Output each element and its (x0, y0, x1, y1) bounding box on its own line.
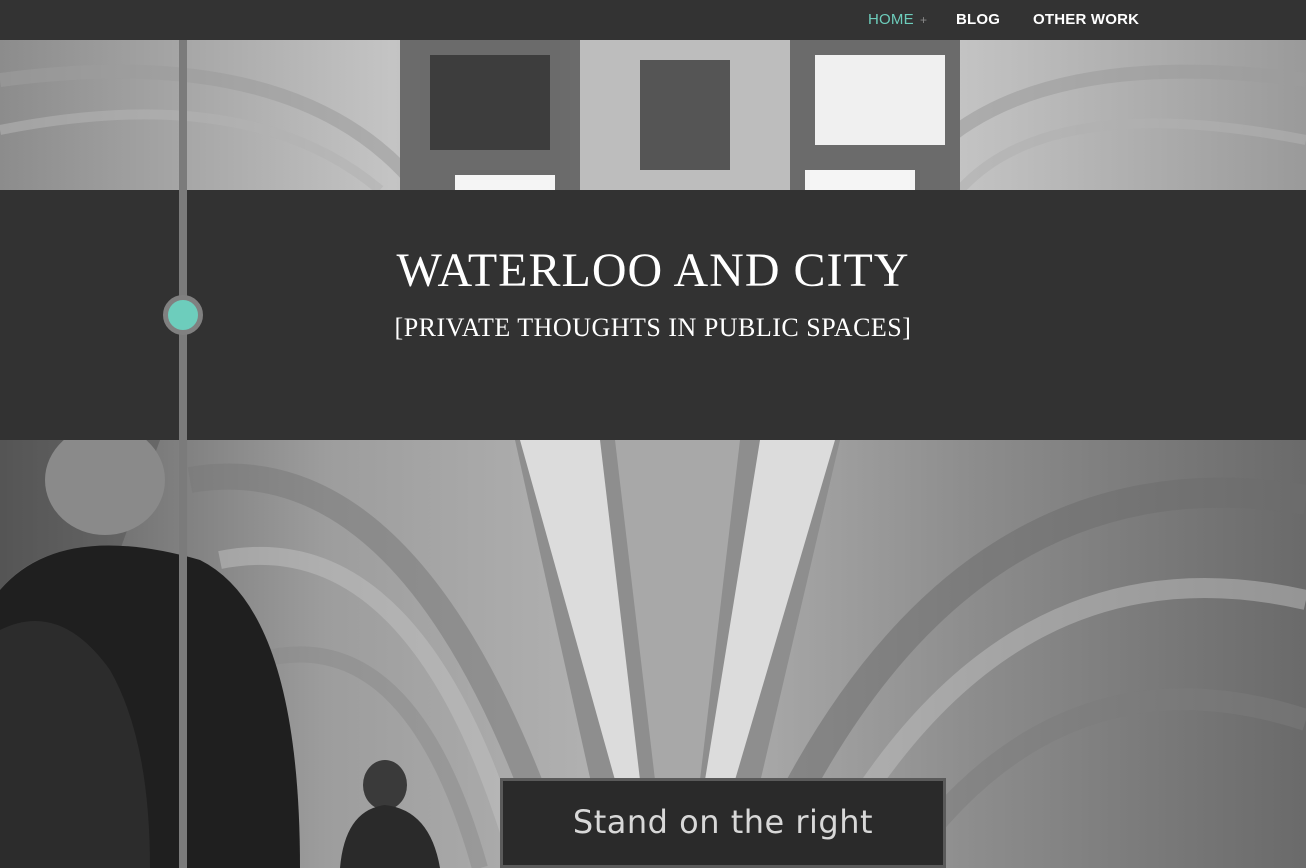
home-expand-icon[interactable]: + (920, 13, 927, 27)
nav-other-work-link[interactable]: OTHER WORK (1033, 11, 1139, 28)
escalator-sign: Stand on the right (500, 778, 946, 868)
timeline-line (179, 40, 187, 868)
site-title[interactable]: WATERLOO AND CITY (0, 243, 1306, 298)
escalator-sign-text: Stand on the right (572, 803, 874, 841)
timeline-marker (163, 295, 203, 335)
nav-blog-link[interactable]: BLOG (956, 11, 1000, 28)
top-navigation: HOME + BLOG OTHER WORK (0, 0, 1306, 40)
header-photo-top (0, 40, 1306, 190)
nav-home-link[interactable]: HOME (868, 11, 914, 28)
